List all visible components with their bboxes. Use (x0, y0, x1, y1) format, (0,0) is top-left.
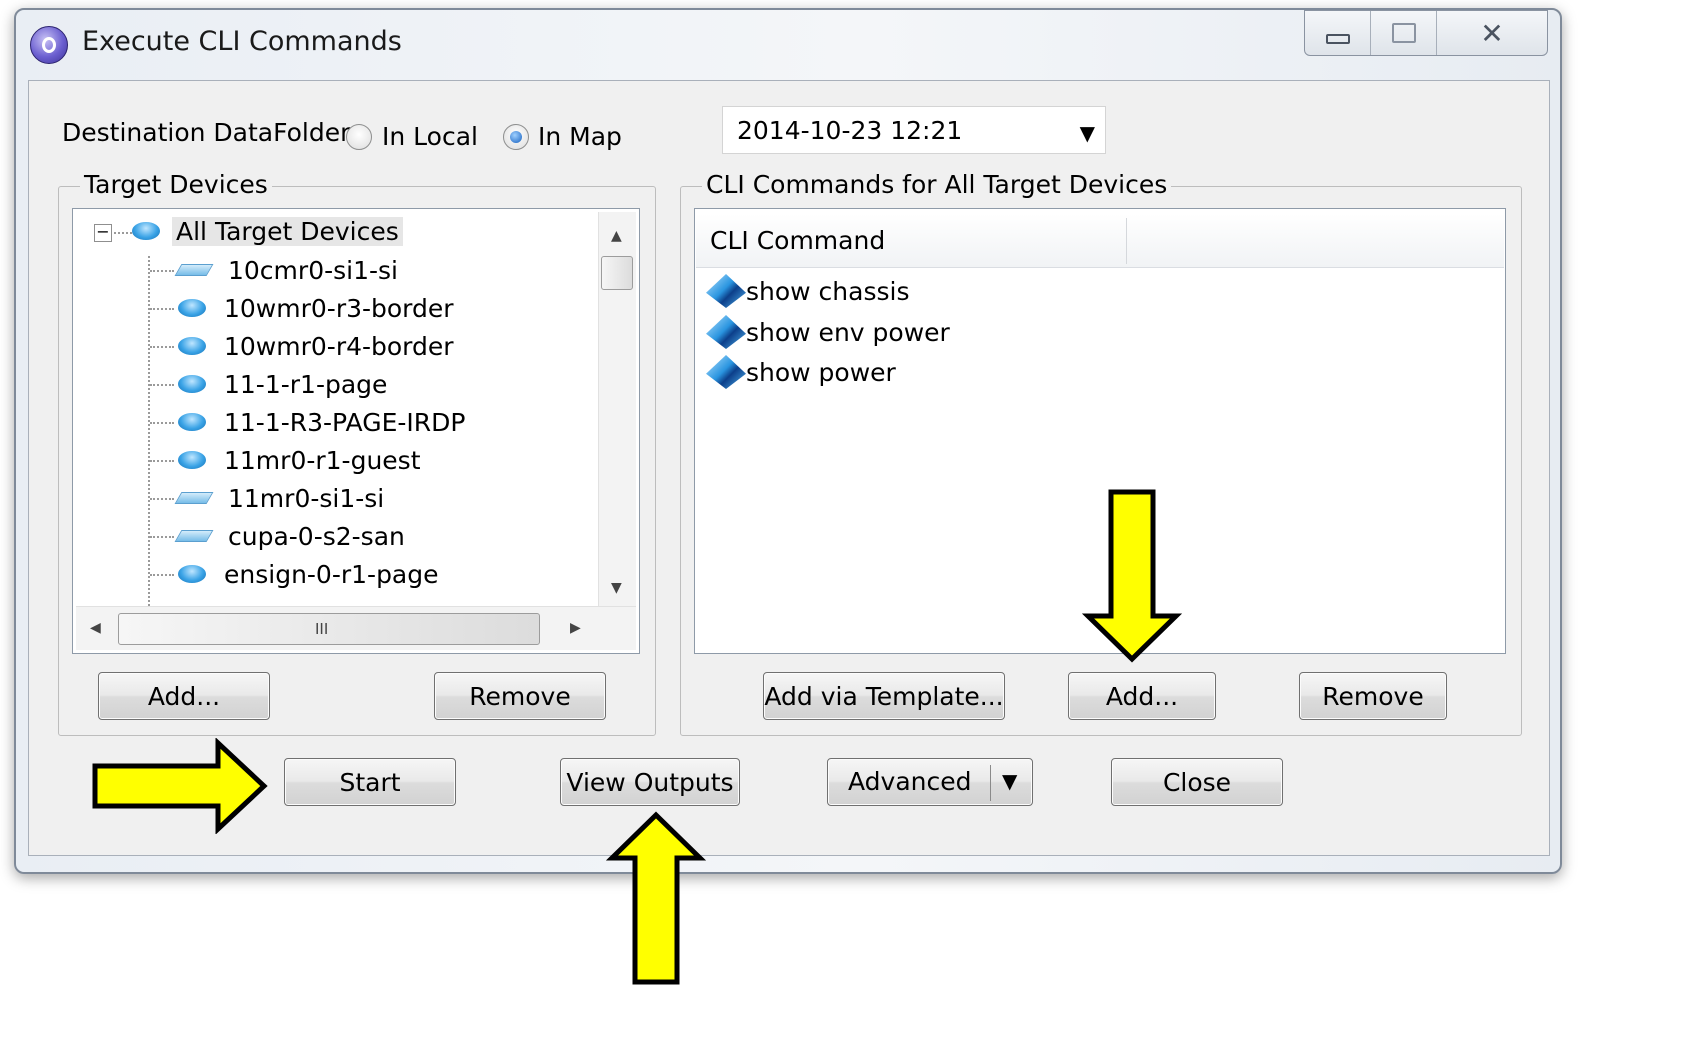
tree-item-label: 10wmr0-r3-border (224, 293, 454, 323)
vertical-scroll-thumb[interactable] (601, 256, 633, 290)
add-command-button[interactable]: Add... (1068, 672, 1216, 720)
radio-in-map-label: In Map (538, 122, 622, 151)
advanced-split-button[interactable]: Advanced ▼ (827, 758, 1033, 806)
tree-item[interactable]: cupa-0-s2-san (174, 517, 405, 555)
tree-item-label: 10wmr0-r4-border (224, 331, 454, 361)
scroll-left-icon[interactable]: ◀ (90, 620, 101, 636)
tree-item[interactable]: ensign-0-r1-page (178, 555, 439, 593)
table-header: CLI Command (696, 214, 1504, 268)
tree-connector (150, 308, 174, 310)
scroll-down-icon[interactable]: ▼ (611, 580, 622, 596)
tree-connector (114, 232, 132, 234)
vertical-scrollbar[interactable]: ▲ ▼ (598, 212, 636, 608)
tree-connector (150, 384, 174, 386)
router-icon (178, 375, 206, 393)
router-icon (178, 337, 206, 355)
tree-connector (150, 460, 174, 462)
tree-item[interactable]: 11mr0-si1-si (174, 479, 385, 517)
tree-item-label: cupa-0-s2-san (228, 521, 405, 551)
tree-item-label: 11-1-r1-page (224, 369, 388, 399)
tree-connector (150, 422, 174, 424)
target-devices-title: Target Devices (80, 170, 272, 199)
tree-connector (150, 574, 174, 576)
scroll-up-icon[interactable]: ▲ (611, 228, 622, 244)
tree-root-all-target-devices[interactable]: All Target Devices (132, 212, 403, 250)
horizontal-scroll-thumb[interactable]: III (118, 613, 540, 645)
close-window-button[interactable]: ✕ (1437, 11, 1547, 55)
dropdown-arrow-icon[interactable]: ▼ (1080, 121, 1095, 145)
close-icon: ✕ (1480, 16, 1504, 50)
router-icon (178, 299, 206, 317)
router-icon (178, 565, 206, 583)
horizontal-scrollbar[interactable]: ◀ III ▶ (76, 606, 636, 650)
tree-connector (150, 536, 174, 538)
tree-item-label: ensign-0-r1-page (224, 559, 439, 589)
add-via-template-button[interactable]: Add via Template... (763, 672, 1005, 720)
scroll-grip-icon: III (315, 620, 329, 638)
callout-arrow-down-icon (1082, 489, 1182, 663)
tree-root-label: All Target Devices (172, 216, 403, 246)
datetime-value: 2014-10-23 12:21 (737, 116, 963, 145)
list-item[interactable]: show env power (706, 313, 950, 351)
tree-item[interactable]: 11-1-R3-PAGE-IRDP (178, 403, 465, 441)
list-item[interactable]: show chassis (706, 272, 910, 310)
close-button[interactable]: Close (1111, 758, 1283, 806)
collapse-toggle-icon[interactable]: − (94, 224, 112, 242)
minimize-icon (1325, 34, 1350, 44)
title-bar-controls: ✕ (1304, 10, 1548, 56)
remove-command-button[interactable]: Remove (1299, 672, 1447, 720)
tree-connector (150, 498, 174, 500)
datetime-combo[interactable]: 2014-10-23 12:21 ▼ (722, 106, 1106, 154)
column-header-cli-command[interactable]: CLI Command (710, 226, 885, 255)
maximize-icon (1391, 23, 1416, 43)
radio-in-local-label: In Local (382, 122, 478, 151)
minimize-button[interactable] (1305, 11, 1371, 55)
switch-icon (174, 264, 214, 276)
app-icon (30, 26, 68, 64)
router-icon (132, 222, 160, 240)
cli-command-label: show power (746, 357, 896, 387)
scroll-right-icon[interactable]: ▶ (570, 620, 581, 636)
cli-command-label: show chassis (746, 276, 910, 306)
radio-in-local[interactable] (346, 124, 372, 150)
cli-command-label: show env power (746, 317, 950, 347)
tree-item-label: 10cmr0-si1-si (228, 255, 398, 285)
advanced-label: Advanced (848, 767, 972, 796)
destination-label: Destination DataFolder: (62, 118, 359, 147)
advanced-dropdown-icon[interactable]: ▼ (1002, 769, 1017, 793)
tree-item[interactable]: 10wmr0-r4-border (178, 327, 454, 365)
tree-connector (150, 346, 174, 348)
add-device-button[interactable]: Add... (98, 672, 270, 720)
switch-icon (174, 492, 214, 504)
tree-item-label: 11mr0-si1-si (228, 483, 385, 513)
callout-arrow-up-icon (606, 811, 706, 985)
cli-commands-title: CLI Commands for All Target Devices (702, 170, 1172, 199)
remove-device-button[interactable]: Remove (434, 672, 606, 720)
tree-item[interactable]: 11-1-r1-page (178, 365, 387, 403)
maximize-button[interactable] (1371, 11, 1437, 55)
cli-command-icon (706, 315, 746, 349)
router-icon (178, 413, 206, 431)
radio-in-map[interactable] (503, 124, 529, 150)
cli-command-icon (706, 274, 746, 308)
cli-command-icon (706, 355, 746, 389)
tree-item-label: 11-1-R3-PAGE-IRDP (224, 407, 466, 437)
switch-icon (174, 530, 214, 542)
view-outputs-button[interactable]: View Outputs (560, 758, 740, 806)
tree-item[interactable]: 11mr0-r1-guest (178, 441, 421, 479)
tree-item[interactable]: 10wmr0-r3-border (178, 289, 454, 327)
tree-connector (150, 270, 174, 272)
list-item[interactable]: show power (706, 353, 896, 391)
split-divider (990, 765, 991, 801)
callout-arrow-right-icon (92, 738, 268, 834)
start-button[interactable]: Start (284, 758, 456, 806)
window-title: Execute CLI Commands (82, 26, 402, 57)
router-icon (178, 451, 206, 469)
column-divider[interactable] (1126, 218, 1127, 264)
tree-item-label: 11mr0-r1-guest (224, 445, 421, 475)
tree-item[interactable]: 10cmr0-si1-si (174, 251, 398, 289)
